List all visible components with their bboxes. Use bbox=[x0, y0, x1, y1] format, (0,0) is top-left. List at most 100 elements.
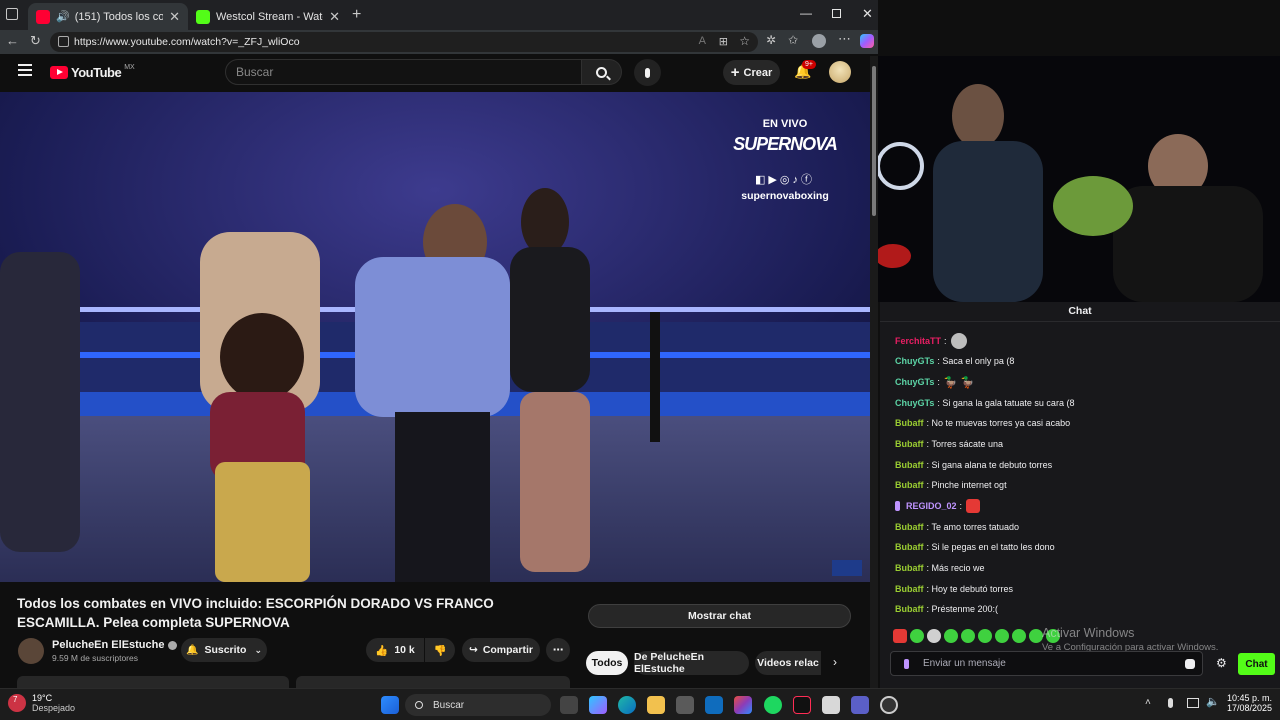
tab-kick[interactable]: Westcol Stream - Watch Live on K ✕ bbox=[188, 3, 348, 30]
badge-icon bbox=[904, 658, 909, 669]
bell-icon: 🔔 bbox=[185, 644, 199, 656]
live-overlay: EN VIVO SUPERNOVA ◧▶◎♪ⓕ supernovaboxing bbox=[730, 118, 840, 202]
avatar[interactable] bbox=[829, 61, 851, 83]
search-input[interactable]: Buscar bbox=[225, 59, 582, 85]
video-player[interactable]: EN VIVO SUPERNOVA ◧▶◎♪ⓕ supernovaboxing bbox=[0, 92, 870, 582]
emote-icon bbox=[995, 629, 1009, 643]
show-chat-button[interactable]: Mostrar chat bbox=[588, 604, 851, 628]
profile-icon[interactable] bbox=[812, 34, 826, 48]
read-aloud-icon[interactable]: A bbox=[699, 35, 706, 47]
share-icon: ↪ bbox=[469, 644, 478, 656]
next-row-placeholder bbox=[17, 676, 289, 688]
more-options-icon[interactable]: ⋯ bbox=[838, 31, 851, 47]
teams-icon[interactable] bbox=[851, 696, 869, 714]
taskbar-search-input[interactable]: Buscar bbox=[405, 694, 551, 716]
copilot-icon[interactable] bbox=[860, 34, 874, 48]
store-icon[interactable] bbox=[676, 696, 694, 714]
back-icon[interactable]: ← bbox=[6, 33, 19, 48]
app-icon[interactable] bbox=[880, 696, 898, 714]
chat-message: Bubaff: Si le pegas en el tatto les dono bbox=[895, 542, 1055, 552]
scrollbar-thumb[interactable] bbox=[872, 66, 876, 216]
chat-send-button[interactable]: Chat bbox=[1238, 653, 1275, 675]
chat-input[interactable]: Enviar un mensaje bbox=[890, 651, 1203, 676]
chevron-down-icon: ⌄ bbox=[254, 644, 262, 655]
youtube-logo[interactable]: YouTube MX bbox=[50, 64, 135, 80]
copilot-icon[interactable] bbox=[589, 696, 607, 714]
chat-message: Bubaff: Si gana alana te debuto torres bbox=[895, 460, 1053, 470]
chip-all[interactable]: Todos bbox=[586, 651, 628, 675]
menu-icon[interactable] bbox=[18, 64, 32, 76]
url-input[interactable]: https://www.youtube.com/watch?v=_ZFJ_wli… bbox=[50, 32, 758, 52]
emote-icon bbox=[893, 629, 907, 643]
search-button[interactable] bbox=[582, 59, 622, 85]
chat-message: ChuyGTs: Si gana la gala tatuate su cara… bbox=[895, 398, 1075, 408]
emote-icon bbox=[927, 629, 941, 643]
social-icons: ◧▶◎♪ⓕ bbox=[755, 174, 815, 186]
edge-icon[interactable] bbox=[618, 696, 636, 714]
clock[interactable]: 10:45 p. m. 17/08/2025 bbox=[1222, 693, 1272, 713]
microphone-icon[interactable] bbox=[1168, 698, 1173, 708]
new-tab-icon[interactable]: + bbox=[352, 6, 361, 24]
chat-message: Bubaff: Torres sácate una bbox=[895, 439, 1004, 449]
site-info-icon[interactable] bbox=[58, 36, 69, 47]
youtube-header: YouTube MX Buscar + Crear 🔔 9+ bbox=[0, 54, 870, 92]
start-icon[interactable] bbox=[381, 696, 399, 714]
chat-message: Bubaff: Más recio we bbox=[895, 563, 985, 573]
favorites-icon[interactable]: ✩ bbox=[788, 33, 798, 47]
emoji-picker-icon[interactable] bbox=[1185, 659, 1195, 669]
tab-youtube[interactable]: 🔊 (151) Todos los combates en ✕ bbox=[28, 3, 188, 30]
share-button[interactable]: ↪ Compartir bbox=[462, 638, 540, 662]
network-icon[interactable] bbox=[1187, 698, 1199, 708]
close-tab-icon[interactable]: ✕ bbox=[329, 9, 340, 25]
outlook-icon[interactable] bbox=[705, 696, 723, 714]
weather-icon: 7 bbox=[8, 694, 26, 712]
dislike-button[interactable]: 👎 bbox=[425, 638, 455, 662]
app-icon[interactable] bbox=[822, 696, 840, 714]
activation-watermark: Activar Windows Ve a Configuración para … bbox=[1042, 626, 1219, 653]
app-install-icon[interactable]: ⊞ bbox=[719, 35, 728, 48]
emote-icon bbox=[978, 629, 992, 643]
emote-icon bbox=[1029, 629, 1043, 643]
kick-favicon-icon bbox=[196, 9, 210, 24]
close-window-icon[interactable]: ✕ bbox=[862, 6, 873, 22]
youtube-favicon-icon bbox=[36, 9, 50, 24]
chat-title: Chat bbox=[880, 302, 1280, 322]
volume-icon[interactable]: 🔈 bbox=[1206, 695, 1220, 708]
chip-related[interactable]: Videos relac bbox=[755, 651, 821, 675]
tiktok-icon[interactable] bbox=[793, 696, 811, 714]
channel-name[interactable]: PelucheEn ElEstuche bbox=[52, 639, 178, 651]
tab-actions-icon[interactable] bbox=[6, 8, 18, 20]
office-icon[interactable] bbox=[734, 696, 752, 714]
refresh-icon[interactable]: ↻ bbox=[30, 33, 41, 49]
more-actions-button[interactable]: ⋯ bbox=[546, 638, 570, 662]
microphone-icon bbox=[645, 67, 650, 78]
chat-message: ChuyGTs: 🦆 🦆 bbox=[895, 376, 975, 389]
chat-message: Bubaff: No te muevas torres ya casi acab… bbox=[895, 418, 1071, 428]
chip-channel[interactable]: De PelucheEn ElEstuche bbox=[634, 651, 749, 675]
page-scrollbar[interactable] bbox=[870, 56, 878, 688]
minimize-icon[interactable]: — bbox=[800, 6, 812, 20]
chat-message: Bubaff: Hoy te debutó torres bbox=[895, 584, 1014, 594]
favorite-star-icon[interactable]: ☆ bbox=[739, 34, 750, 48]
voice-search-button[interactable] bbox=[634, 59, 661, 86]
audio-playing-icon: 🔊 bbox=[56, 11, 70, 23]
like-button[interactable]: 👍 10 k bbox=[366, 638, 424, 662]
chat-message: Bubaff: Préstenme 200:( bbox=[895, 604, 999, 614]
weather-widget[interactable]: 7 19°C Despejado bbox=[8, 693, 75, 713]
maximize-icon[interactable] bbox=[832, 9, 841, 18]
create-button[interactable]: + Crear bbox=[723, 60, 780, 85]
task-view-icon[interactable] bbox=[560, 696, 578, 714]
chips-next-icon[interactable]: › bbox=[833, 655, 837, 669]
spotify-icon[interactable] bbox=[764, 696, 782, 714]
badge-icon bbox=[895, 501, 900, 511]
extensions-icon[interactable]: ✲ bbox=[766, 33, 776, 47]
chat-settings-icon[interactable]: ⚙ bbox=[1216, 656, 1227, 670]
channel-avatar[interactable] bbox=[18, 638, 44, 664]
emote-icon bbox=[966, 499, 981, 513]
close-tab-icon[interactable]: ✕ bbox=[169, 9, 180, 25]
file-explorer-icon[interactable] bbox=[647, 696, 665, 714]
tray-chevron-icon[interactable]: ˄ bbox=[1145, 697, 1151, 708]
youtube-play-icon bbox=[50, 66, 68, 79]
verified-icon bbox=[168, 640, 178, 650]
subscribed-button[interactable]: 🔔 Suscrito ⌄ bbox=[181, 638, 267, 662]
